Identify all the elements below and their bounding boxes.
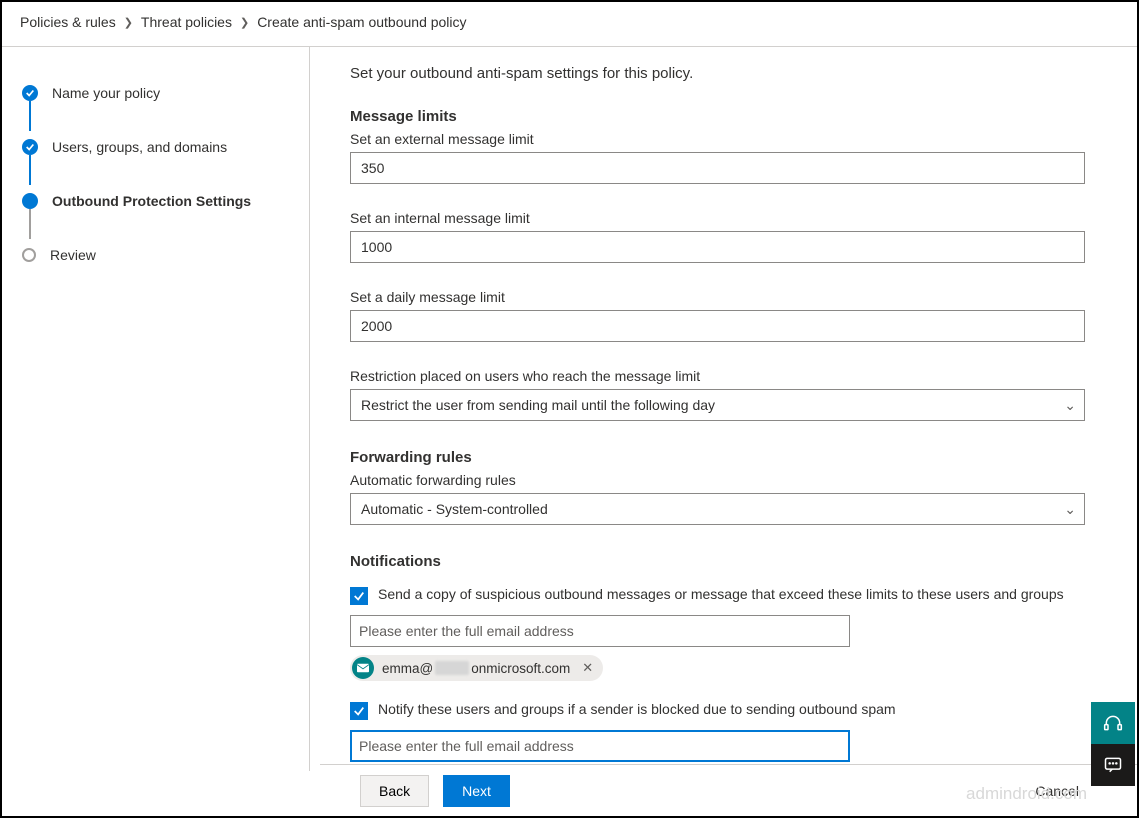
step-outbound-settings[interactable]: Outbound Protection Settings xyxy=(22,189,289,213)
feedback-icon[interactable] xyxy=(1091,744,1135,786)
chevron-down-icon: ⌄ xyxy=(1064,397,1076,414)
footer: Back Next Cancel xyxy=(320,764,1137,816)
external-limit-label: Set an external message limit xyxy=(350,131,1085,147)
auto-forwarding-label: Automatic forwarding rules xyxy=(350,472,1085,488)
chevron-down-icon: ⌄ xyxy=(1064,501,1076,518)
breadcrumb: Policies & rules ❯ Threat policies ❯ Cre… xyxy=(2,2,1137,47)
auto-forwarding-select[interactable]: Automatic - System-controlled ⌄ xyxy=(350,493,1085,525)
internal-limit-input[interactable] xyxy=(350,231,1085,263)
redacted xyxy=(435,661,469,675)
check-icon xyxy=(22,85,38,101)
current-step-dot xyxy=(22,193,38,209)
auto-forwarding-value: Automatic - System-controlled xyxy=(361,501,548,517)
mail-icon xyxy=(352,657,374,679)
section-notifications: Notifications xyxy=(350,553,1085,570)
step-name-policy[interactable]: Name your policy xyxy=(22,81,289,105)
section-message-limits: Message limits xyxy=(350,108,1085,125)
step-review[interactable]: Review xyxy=(22,243,289,267)
checkbox-copy-suspicious[interactable] xyxy=(350,587,368,605)
daily-limit-input[interactable] xyxy=(350,310,1085,342)
remove-chip-icon[interactable]: ✕ xyxy=(578,660,597,676)
step-label: Name your policy xyxy=(52,85,160,101)
checkbox-copy-label: Send a copy of suspicious outbound messa… xyxy=(378,586,1064,602)
external-limit-input[interactable] xyxy=(350,152,1085,184)
step-users-groups[interactable]: Users, groups, and domains xyxy=(22,135,289,159)
cancel-button[interactable]: Cancel xyxy=(1017,775,1097,807)
restriction-label: Restriction placed on users who reach th… xyxy=(350,368,1085,384)
wizard-steps: Name your policy Users, groups, and doma… xyxy=(2,47,310,771)
email-input-copy[interactable]: Please enter the full email address xyxy=(350,615,850,647)
recipient-chip: emma@ onmicrosoft.com ✕ xyxy=(350,655,603,681)
chevron-right-icon: ❯ xyxy=(240,16,249,29)
checkbox-notify-label: Notify these users and groups if a sende… xyxy=(378,701,896,717)
restriction-value: Restrict the user from sending mail unti… xyxy=(361,397,715,413)
breadcrumb-item[interactable]: Policies & rules xyxy=(20,14,116,30)
restriction-select[interactable]: Restrict the user from sending mail unti… xyxy=(350,389,1085,421)
chip-prefix: emma@ xyxy=(382,661,433,676)
chevron-right-icon: ❯ xyxy=(124,16,133,29)
main-panel: Set your outbound anti-spam settings for… xyxy=(310,47,1137,771)
internal-limit-label: Set an internal message limit xyxy=(350,210,1085,226)
headset-icon[interactable] xyxy=(1091,702,1135,744)
upcoming-step-dot xyxy=(22,248,36,262)
next-button[interactable]: Next xyxy=(443,775,510,807)
side-actions xyxy=(1091,702,1135,786)
breadcrumb-item: Create anti-spam outbound policy xyxy=(257,14,466,30)
breadcrumb-item[interactable]: Threat policies xyxy=(141,14,232,30)
page-intro: Set your outbound anti-spam settings for… xyxy=(350,65,1085,82)
section-forwarding: Forwarding rules xyxy=(350,449,1085,466)
step-label: Users, groups, and domains xyxy=(52,139,227,155)
check-icon xyxy=(22,139,38,155)
chip-suffix: onmicrosoft.com xyxy=(471,661,570,676)
step-label: Review xyxy=(50,247,96,263)
email-input-notify[interactable]: Please enter the full email address xyxy=(350,730,850,762)
step-label: Outbound Protection Settings xyxy=(52,193,251,209)
daily-limit-label: Set a daily message limit xyxy=(350,289,1085,305)
back-button[interactable]: Back xyxy=(360,775,429,807)
checkbox-notify-blocked[interactable] xyxy=(350,702,368,720)
chips-copy: emma@ onmicrosoft.com ✕ xyxy=(350,655,1085,681)
